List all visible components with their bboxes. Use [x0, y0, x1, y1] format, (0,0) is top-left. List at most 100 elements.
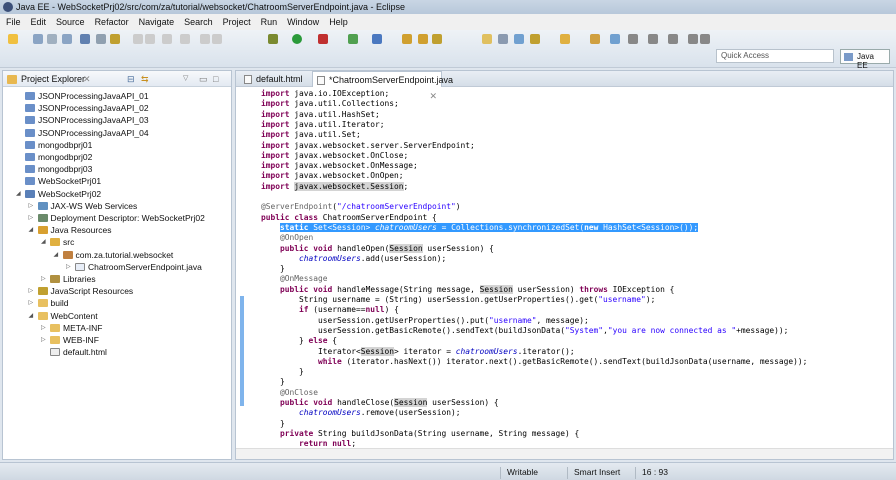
tree-item[interactable]: ▷ JAX-WS Web Services — [29, 200, 138, 212]
expanded-arrow-icon[interactable]: ◢ — [16, 188, 21, 200]
view-menu-icon[interactable]: ▽ — [183, 71, 188, 87]
tree-item[interactable]: ◢ src — [41, 236, 74, 248]
toolbar-button-31[interactable] — [688, 34, 698, 44]
code-line[interactable]: @OnMessage — [261, 274, 328, 284]
code-line[interactable]: import java.io.IOException; — [261, 89, 389, 99]
tree-item[interactable]: ▷ build — [29, 297, 69, 309]
toolbar-button-14[interactable] — [292, 34, 302, 44]
minimize-icon[interactable]: ▭ — [199, 71, 208, 87]
code-line[interactable]: import java.util.Iterator; — [261, 120, 385, 130]
collapse-all-icon[interactable]: ⊟ — [127, 71, 135, 87]
menu-project[interactable]: Project — [223, 17, 251, 27]
toolbar-button-29[interactable] — [648, 34, 658, 44]
expanded-arrow-icon[interactable]: ◢ — [41, 236, 46, 248]
code-line[interactable]: userSession.getUserProperties().put("use… — [261, 316, 589, 326]
toolbar-button-4[interactable] — [80, 34, 90, 44]
toolbar-button-3[interactable] — [62, 34, 72, 44]
code-line[interactable]: import javax.websocket.OnMessage; — [261, 161, 418, 171]
toolbar-button-8[interactable] — [145, 34, 155, 44]
toolbar-button-18[interactable] — [402, 34, 412, 44]
tree-item[interactable]: ▷ Libraries — [41, 273, 96, 285]
collapsed-arrow-icon[interactable]: ▷ — [29, 200, 34, 212]
collapsed-arrow-icon[interactable]: ▷ — [41, 322, 46, 334]
perspective-java-ee-button[interactable]: Java EE — [840, 49, 890, 70]
menu-search[interactable]: Search — [184, 17, 213, 27]
tree-item[interactable]: mongodbprj02 — [25, 151, 92, 163]
toolbar-button-11[interactable] — [200, 34, 210, 44]
tree-item[interactable]: ▷ JavaScript Resources — [29, 285, 134, 297]
code-line[interactable]: @OnOpen — [261, 233, 313, 243]
toolbar-button-20[interactable] — [432, 34, 442, 44]
tree-item[interactable]: JSONProcessingJavaAPI_01 — [25, 90, 149, 102]
toolbar-button-17[interactable] — [372, 34, 382, 44]
menu-source[interactable]: Source — [56, 17, 85, 27]
maximize-icon[interactable]: □ — [213, 71, 218, 87]
code-line[interactable]: chatroomUsers.add(userSession); — [261, 254, 446, 264]
tree-item[interactable]: JSONProcessingJavaAPI_02 — [25, 102, 149, 114]
toolbar-button-0[interactable] — [8, 34, 18, 44]
toolbar-button-24[interactable] — [530, 34, 540, 44]
toolbar-button-1[interactable] — [33, 34, 43, 44]
close-icon[interactable]: ✕ — [83, 71, 91, 87]
toolbar-button-19[interactable] — [418, 34, 428, 44]
toolbar-button-7[interactable] — [133, 34, 143, 44]
menu-help[interactable]: Help — [329, 17, 348, 27]
code-line[interactable]: } — [261, 419, 285, 429]
toolbar-button-28[interactable] — [628, 34, 638, 44]
toolbar-button-9[interactable] — [162, 34, 172, 44]
code-line[interactable]: public class ChatroomServerEndpoint { — [261, 213, 437, 223]
code-line[interactable]: import java.util.Set; — [261, 130, 361, 140]
toolbar-button-6[interactable] — [110, 34, 120, 44]
code-line[interactable]: while (iterator.hasNext()) iterator.next… — [261, 357, 807, 367]
menu-window[interactable]: Window — [287, 17, 319, 27]
toolbar-button-25[interactable] — [560, 34, 570, 44]
toolbar-button-16[interactable] — [348, 34, 358, 44]
code-line[interactable]: public void handleClose(Session userSess… — [261, 398, 499, 408]
collapsed-arrow-icon[interactable]: ▷ — [29, 212, 34, 224]
code-line[interactable]: import javax.websocket.OnClose; — [261, 151, 408, 161]
menu-refactor[interactable]: Refactor — [95, 17, 129, 27]
toolbar-button-22[interactable] — [498, 34, 508, 44]
toolbar-button-15[interactable] — [318, 34, 328, 44]
tree-item[interactable]: WebSocketPrj01 — [25, 175, 101, 187]
toolbar-button-21[interactable] — [482, 34, 492, 44]
collapsed-arrow-icon[interactable]: ▷ — [29, 297, 34, 309]
code-line[interactable]: @ServerEndpoint("/chatroomServerEndpoint… — [261, 202, 461, 212]
code-line[interactable]: import javax.websocket.Session; — [261, 181, 408, 192]
toolbar-button-26[interactable] — [590, 34, 600, 44]
code-line[interactable]: import javax.websocket.server.ServerEndp… — [261, 141, 475, 151]
collapsed-arrow-icon[interactable]: ▷ — [29, 285, 34, 297]
tree-item[interactable]: mongodbprj01 — [25, 139, 92, 151]
tree-item[interactable]: JSONProcessingJavaAPI_03 — [25, 114, 149, 126]
toolbar-button-30[interactable] — [668, 34, 678, 44]
code-line[interactable]: public void handleMessage(String message… — [261, 284, 674, 295]
horizontal-scrollbar[interactable] — [236, 448, 893, 459]
collapsed-arrow-icon[interactable]: ▷ — [41, 334, 46, 346]
tree-item[interactable]: ◢ WebSocketPrj02 — [16, 188, 101, 200]
tree-item[interactable]: ◢ WebContent — [29, 310, 98, 322]
link-editor-icon[interactable]: ⇆ — [141, 71, 149, 87]
editor-tab[interactable]: *ChatroomServerEndpoint.java ✕ — [312, 71, 453, 101]
toolbar-button-2[interactable] — [47, 34, 57, 44]
tree-item[interactable]: ▷ Deployment Descriptor: WebSocketPrj02 — [29, 212, 205, 224]
code-line[interactable]: @OnClose — [261, 388, 318, 398]
menu-run[interactable]: Run — [261, 17, 278, 27]
code-line[interactable]: import javax.websocket.OnOpen; — [261, 171, 404, 181]
code-line[interactable]: } — [261, 367, 304, 377]
tree-item[interactable]: mongodbprj03 — [25, 163, 92, 175]
code-editor[interactable]: import java.io.IOException; import java.u… — [236, 89, 893, 449]
code-line[interactable]: static Set<Session> chatroomUsers = Coll… — [261, 222, 699, 233]
menu-navigate[interactable]: Navigate — [139, 17, 175, 27]
editor-tab[interactable]: default.html — [240, 71, 310, 87]
tree-item[interactable]: ◢ com.za.tutorial.websocket — [54, 249, 174, 261]
code-line[interactable]: import java.util.Collections; — [261, 99, 399, 109]
expanded-arrow-icon[interactable]: ◢ — [29, 310, 34, 322]
code-line[interactable]: if (username==null) { — [261, 305, 399, 315]
toolbar-button-23[interactable] — [514, 34, 524, 44]
collapsed-arrow-icon[interactable]: ▷ — [66, 261, 71, 273]
code-line[interactable]: userSession.getBasicRemote().sendText(bu… — [261, 326, 788, 336]
toolbar-button-27[interactable] — [610, 34, 620, 44]
expanded-arrow-icon[interactable]: ◢ — [29, 224, 34, 236]
tree-item[interactable]: JSONProcessingJavaAPI_04 — [25, 127, 149, 139]
tree-item[interactable]: ▷ ChatroomServerEndpoint.java — [66, 261, 202, 273]
